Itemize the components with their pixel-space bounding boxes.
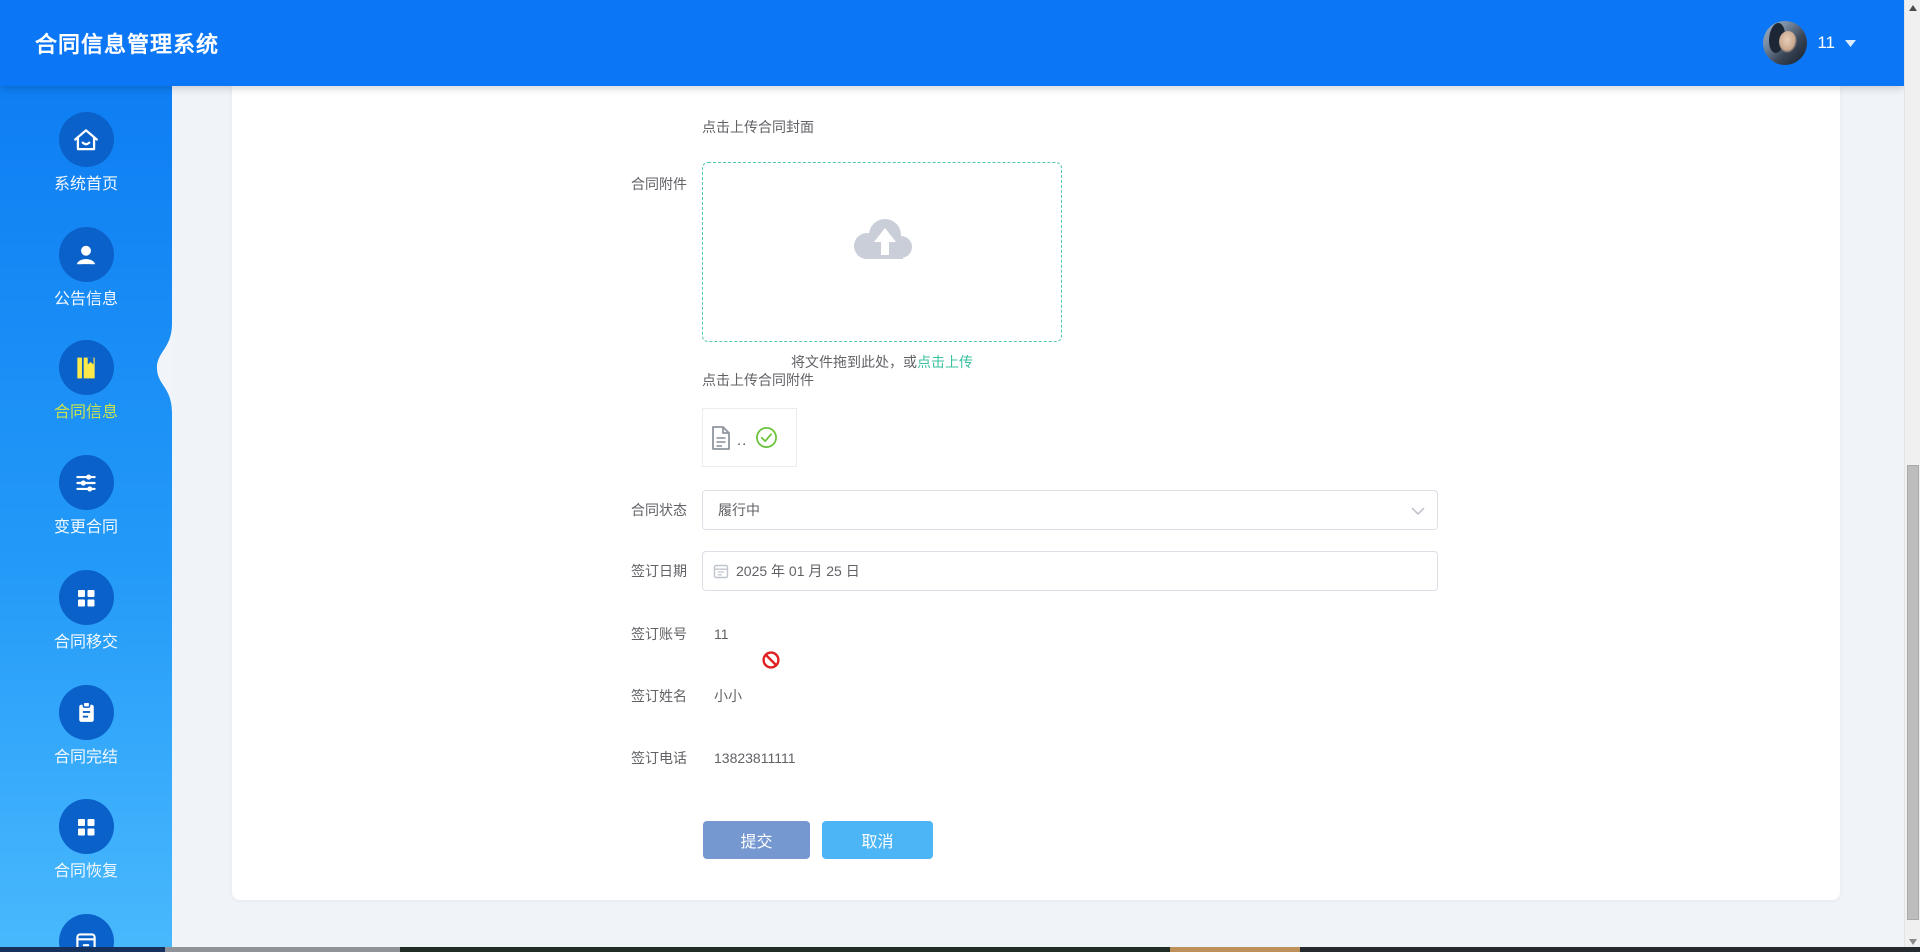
home-icon (58, 112, 114, 167)
username[interactable]: 11 (1817, 33, 1835, 53)
phone-value: 13823811111 (714, 750, 796, 766)
cancel-button[interactable]: 取消 (822, 821, 933, 859)
cloud-upload-icon (854, 219, 912, 259)
user-menu[interactable]: 11 (1763, 0, 1856, 86)
file-dropzone[interactable]: 将文件拖到此处，或点击上传 (702, 162, 1062, 370)
upload-cover-hint: 点击上传合同封面 (702, 119, 814, 135)
date-label: 签订日期 (631, 563, 687, 579)
contract-form-card: 点击上传合同封面 合同附件 将文件拖到此处，或点击上传 点击上传合同附件 .. … (232, 86, 1840, 900)
sidebar-item-contract-restore[interactable]: 合同恢复 (0, 799, 172, 880)
submit-button[interactable]: 提交 (703, 821, 810, 859)
sidebar-item-announcements[interactable]: 公告信息 (0, 227, 172, 308)
name-label: 签订姓名 (631, 688, 687, 704)
sidebar-item-label: 合同恢复 (53, 863, 118, 880)
app-title: 合同信息管理系统 (35, 32, 220, 57)
active-item-notch (157, 323, 172, 413)
app-header: 合同信息管理系统 11 (0, 0, 1904, 86)
attachment-label: 合同附件 (631, 176, 687, 192)
sidebar-item-label: 公告信息 (53, 291, 118, 308)
status-value: 履行中 (718, 502, 760, 518)
page-scrollbar (1904, 0, 1920, 952)
bottom-edge-strip (0, 947, 1920, 952)
sidebar-item-contract-transfer[interactable]: 合同移交 (0, 570, 172, 651)
sidebar-item-label: 系统首页 (53, 176, 118, 193)
account-label: 签订账号 (631, 626, 687, 642)
name-value: 小小 (714, 688, 742, 704)
uploaded-file-item[interactable]: .. (702, 408, 797, 467)
sign-date-picker[interactable]: 2025 年 01 月 25 日 (702, 551, 1438, 591)
document-icon (712, 425, 730, 450)
upload-success-icon (756, 427, 778, 448)
contract-status-select[interactable]: 履行中 (702, 490, 1438, 530)
sidebar-item-change-contract[interactable]: 变更合同 (0, 455, 172, 536)
sidebar-item-label: 变更合同 (53, 519, 118, 536)
sliders-icon (58, 455, 114, 510)
sidebar-nav: 系统首页 公告信息 合同信息 变更合同 合同移交 合同完结 合同恢复 (0, 86, 172, 952)
scrollbar-up-arrow[interactable] (1905, 0, 1920, 16)
sidebar-item-home[interactable]: 系统首页 (0, 112, 172, 193)
grid-icon (58, 570, 114, 625)
sidebar-item-label: 合同移交 (53, 634, 118, 651)
scrollbar-thumb[interactable] (1907, 465, 1919, 920)
dropzone-text: 将文件拖到此处，或点击上传 (703, 352, 1061, 372)
dropzone-upload-link[interactable]: 点击上传 (917, 354, 973, 370)
account-value: 11 (714, 626, 729, 642)
calendar-icon (713, 563, 729, 579)
dropzone-drag-text: 将文件拖到此处，或 (791, 354, 917, 370)
sidebar-item-contract-info[interactable]: 合同信息 (0, 340, 172, 421)
sidebar-item-label: 合同信息 (53, 404, 118, 421)
status-label: 合同状态 (631, 502, 687, 518)
app-screen: 合同信息管理系统 11 系统首页 公告信息 合同信息 变更合同 合同移交 合同完… (0, 0, 1920, 952)
upload-attachment-hint: 点击上传合同附件 (702, 372, 814, 388)
caret-down-icon (1845, 39, 1856, 47)
clipboard-icon (58, 685, 114, 740)
date-value: 2025 年 01 月 25 日 (736, 563, 860, 579)
book-icon (58, 340, 114, 395)
person-icon (58, 227, 114, 282)
file-name: .. (737, 432, 748, 449)
no-drop-cursor-icon (762, 651, 780, 669)
chevron-down-icon (1411, 507, 1425, 516)
avatar[interactable] (1763, 21, 1808, 65)
sidebar-item-contract-complete[interactable]: 合同完结 (0, 685, 172, 766)
sidebar-item-label: 合同完结 (53, 749, 118, 766)
phone-label: 签订电话 (631, 750, 687, 766)
grid-icon (58, 799, 114, 854)
